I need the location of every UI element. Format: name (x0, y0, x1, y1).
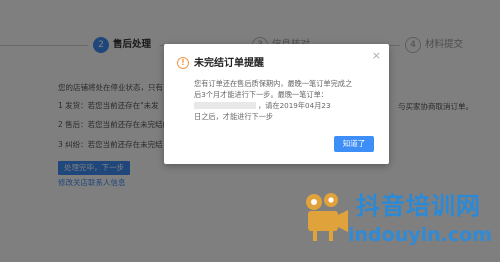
redacted-order-number (194, 102, 256, 109)
dialog-message-line: 日之后，才能进行下一步 (194, 112, 274, 121)
film-camera-icon (306, 193, 348, 241)
unfinished-order-dialog: ! 未完结订单提醒 × 您有订单还在售后质保期内，最晚一笔订单完成之 后3个月才… (164, 44, 389, 164)
close-icon[interactable]: × (372, 50, 381, 61)
dialog-message-line: 后3个月才能进行下一步。最晚一笔订单： (194, 90, 328, 99)
dialog-message-line: ，请在2019年04月23 (194, 100, 374, 111)
acknowledge-button[interactable]: 知道了 (334, 136, 374, 152)
dialog-message-date: ，请在2019年04月23 (258, 101, 331, 110)
watermark: 抖音培训网 indouyin.com (300, 190, 500, 262)
dialog-message-line: 您有订单还在售后质保期内，最晚一笔订单完成之 (194, 79, 353, 88)
watermark-title: 抖音培训网 (356, 192, 481, 220)
dialog-title: 未完结订单提醒 (194, 58, 264, 69)
watermark-url: indouyin.com (348, 224, 492, 246)
dialog-message: 您有订单还在售后质保期内，最晚一笔订单完成之 后3个月才能进行下一步。最晚一笔订… (194, 78, 374, 122)
warning-icon: ! (177, 57, 189, 69)
